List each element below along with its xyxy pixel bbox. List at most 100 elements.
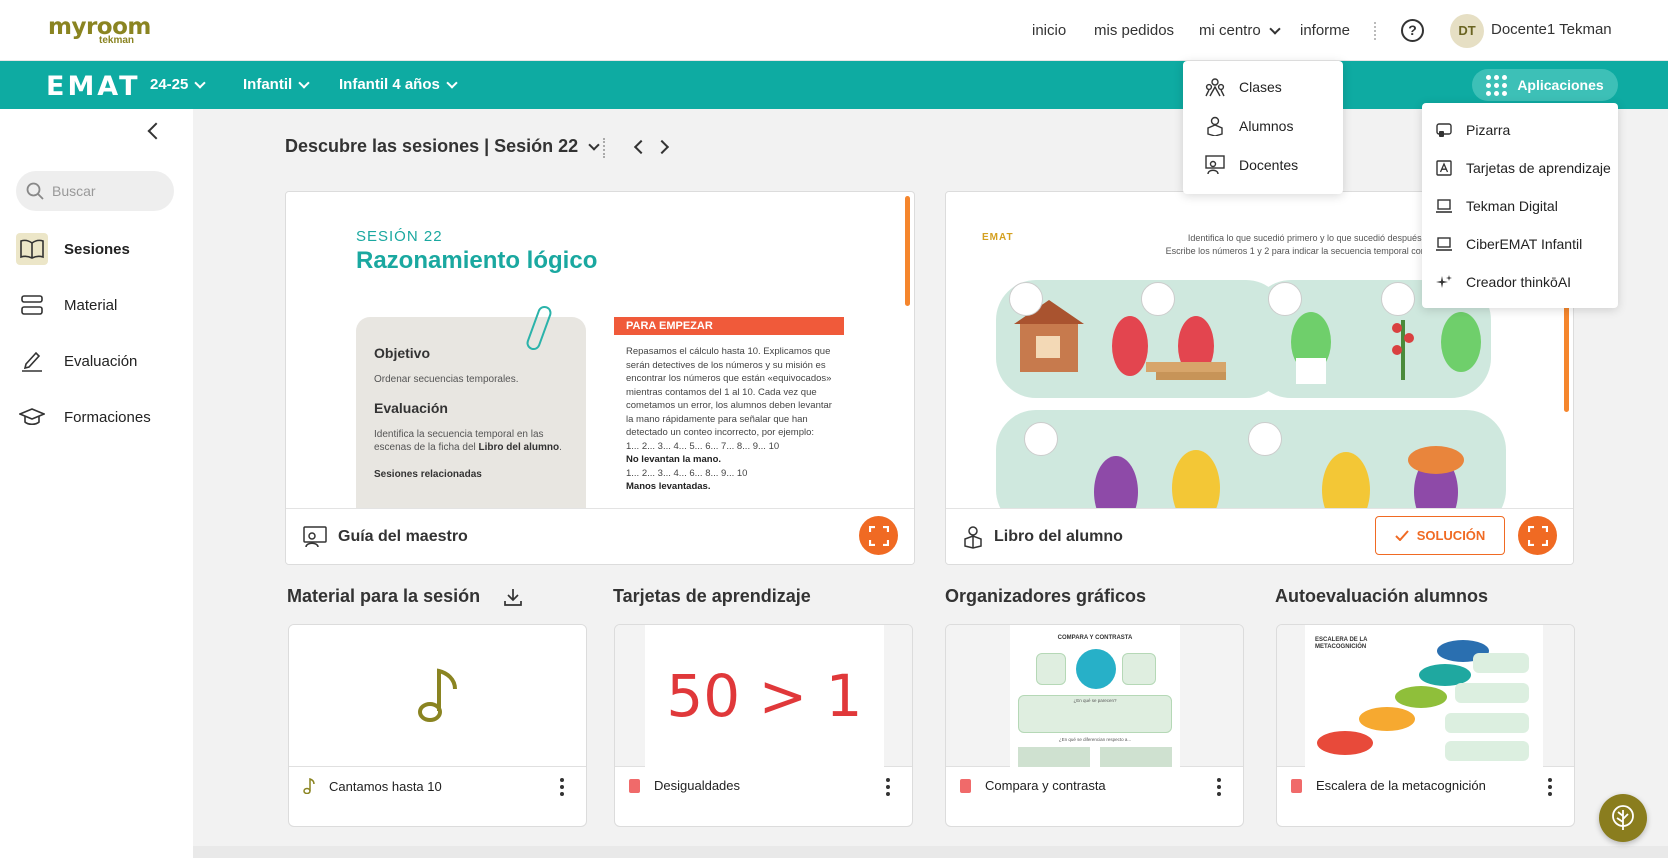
previous-session-icon[interactable] <box>633 139 649 155</box>
file-icon <box>1291 778 1302 793</box>
tile-title: Escalera de la metacognición <box>1316 778 1486 793</box>
graduation-cap-icon <box>16 401 48 433</box>
autoevaluacion-tile[interactable]: ESCALERA DE LA METACOGNICIÓN Escalera de… <box>1276 624 1575 827</box>
nav-mi-centro[interactable]: mi centro <box>1199 0 1281 61</box>
chevron-down-icon <box>446 76 458 89</box>
para-empezar-heading: PARA EMPEZAR <box>614 317 844 335</box>
menu-item-tekman-digital[interactable]: Tekman Digital <box>1436 198 1558 214</box>
organizer-box <box>1018 747 1090 767</box>
sidebar-item-label: Sesiones <box>64 240 130 258</box>
tile-title: Desigualdades <box>654 778 741 793</box>
myroom-logo[interactable]: myroom tekman <box>48 16 151 47</box>
menu-item-tarjetas[interactable]: Tarjetas de aprendizaje <box>1436 160 1611 176</box>
menu-item-clases[interactable]: Clases <box>1205 77 1282 97</box>
aplicaciones-menu: Pizarra Tarjetas de aprendizaje Tekman D… <box>1422 103 1618 308</box>
tile-label: Desigualdades <box>629 778 740 793</box>
menu-item-cibermat[interactable]: CiberEMAT Infantil <box>1436 236 1582 252</box>
organizer-box <box>1100 747 1172 767</box>
search-input[interactable] <box>52 183 162 199</box>
expand-guide-button[interactable] <box>859 516 898 555</box>
sidebar-item-label: Material <box>64 296 118 314</box>
tile-title: Cantamos hasta 10 <box>329 778 442 794</box>
answer-circle[interactable] <box>1009 282 1043 316</box>
material-tile[interactable]: Cantamos hasta 10 <box>288 624 587 827</box>
answer-circle[interactable] <box>1024 422 1058 456</box>
tarjetas-tile[interactable]: 50 > 1 Desigualdades <box>614 624 913 827</box>
help-icon[interactable]: ? <box>1401 19 1424 42</box>
session-selector[interactable]: Descubre las sesiones | Sesión 22 <box>285 136 600 157</box>
collapse-sidebar-icon[interactable] <box>147 122 165 140</box>
guide-preview[interactable]: SESIÓN 22 Razonamiento lógico Objetivo O… <box>286 192 906 517</box>
stage-selector[interactable]: Infantil <box>243 76 310 93</box>
next-session-icon[interactable] <box>654 139 670 155</box>
assistant-button[interactable] <box>1599 794 1647 842</box>
book-label: Libro del alumno <box>994 527 1123 545</box>
layers-icon <box>16 289 48 321</box>
nav-informe[interactable]: informe <box>1300 0 1350 61</box>
evaluacion-heading: Evaluación <box>374 400 448 416</box>
book-open-icon <box>16 233 48 265</box>
search-icon <box>26 182 44 200</box>
nav-inicio[interactable]: inicio <box>1032 0 1066 61</box>
year-selector[interactable]: 24-25 <box>150 76 207 93</box>
more-options-icon[interactable] <box>886 778 890 796</box>
sidebar-item-label: Evaluación <box>64 352 138 370</box>
tile-thumbnail: ESCALERA DE LA METACOGNICIÓN <box>1277 625 1574 767</box>
more-options-icon[interactable] <box>560 778 564 796</box>
scrollbar[interactable] <box>1564 302 1569 412</box>
avatar[interactable]: DT <box>1450 14 1484 48</box>
divider <box>1374 22 1377 40</box>
answer-circle[interactable] <box>1268 282 1302 316</box>
sidebar-item-sesiones[interactable]: Sesiones <box>16 229 186 269</box>
answer-circle[interactable] <box>1141 282 1175 316</box>
tile-thumbnail <box>289 625 586 767</box>
download-icon[interactable] <box>503 587 523 607</box>
sparkle-icon <box>1436 275 1452 288</box>
check-icon <box>1394 530 1409 541</box>
search-box[interactable] <box>16 171 174 211</box>
level-selector[interactable]: Infantil 4 años <box>339 76 458 93</box>
sidebar-item-formaciones[interactable]: Formaciones <box>16 397 186 437</box>
answer-circle[interactable] <box>1381 282 1415 316</box>
expand-book-button[interactable] <box>1518 516 1557 555</box>
year-label: 24-25 <box>150 76 189 93</box>
teacher-board-icon <box>303 525 327 547</box>
mi-centro-menu: Clases Alumnos Docentes <box>1183 61 1343 194</box>
emat-logo[interactable]: EMAT <box>46 71 141 102</box>
user-name[interactable]: Docente1 Tekman <box>1491 21 1612 38</box>
more-options-icon[interactable] <box>1217 778 1221 796</box>
laptop-icon <box>1436 199 1452 213</box>
organizadores-tile[interactable]: COMPARA Y CONTRASTA ¿En qué se parecen? … <box>945 624 1244 827</box>
more-options-icon[interactable] <box>1548 778 1552 796</box>
menu-item-label: Clases <box>1239 79 1282 95</box>
sidebar-item-label: Formaciones <box>64 408 151 426</box>
menu-item-docentes[interactable]: Docentes <box>1205 155 1298 175</box>
sidebar-item-evaluacion[interactable]: Evaluación <box>16 341 186 381</box>
menu-item-label: Tekman Digital <box>1466 198 1558 214</box>
card-preview-text: 50 > 1 <box>645 625 884 767</box>
solucion-button[interactable]: SOLUCIÓN <box>1375 516 1505 555</box>
aplicaciones-button[interactable]: Aplicaciones <box>1472 69 1618 101</box>
tile-label: Escalera de la metacognición <box>1291 778 1486 793</box>
para-empezar-text: Repasamos el cálculo hasta 10. Explicamo… <box>626 345 836 494</box>
menu-item-alumnos[interactable]: Alumnos <box>1205 116 1293 136</box>
manos-levantadas: Manos levantadas. <box>626 481 711 492</box>
scrollbar[interactable] <box>905 196 910 306</box>
stage-label: Infantil <box>243 76 293 93</box>
menu-item-thinkoai[interactable]: Creador thinkōAI <box>1436 274 1571 290</box>
guide-label: Guía del maestro <box>338 527 468 545</box>
pen-signature-icon <box>16 345 48 377</box>
tree-icon <box>1612 805 1634 830</box>
organizer-box <box>1122 653 1156 685</box>
answer-circle[interactable] <box>1248 422 1282 456</box>
fullscreen-icon <box>1527 525 1548 546</box>
nav-mis-pedidos[interactable]: mis pedidos <box>1094 0 1174 61</box>
guide-title: Razonamiento lógico <box>356 247 598 274</box>
student-icon <box>1207 116 1223 136</box>
sidebar-item-material[interactable]: Material <box>16 285 186 325</box>
apps-grid-icon <box>1486 74 1508 96</box>
material-section-title: Material para la sesión <box>287 586 481 606</box>
menu-item-label: Pizarra <box>1466 122 1511 138</box>
chevron-down-icon <box>194 76 207 89</box>
menu-item-pizarra[interactable]: Pizarra <box>1436 122 1510 138</box>
